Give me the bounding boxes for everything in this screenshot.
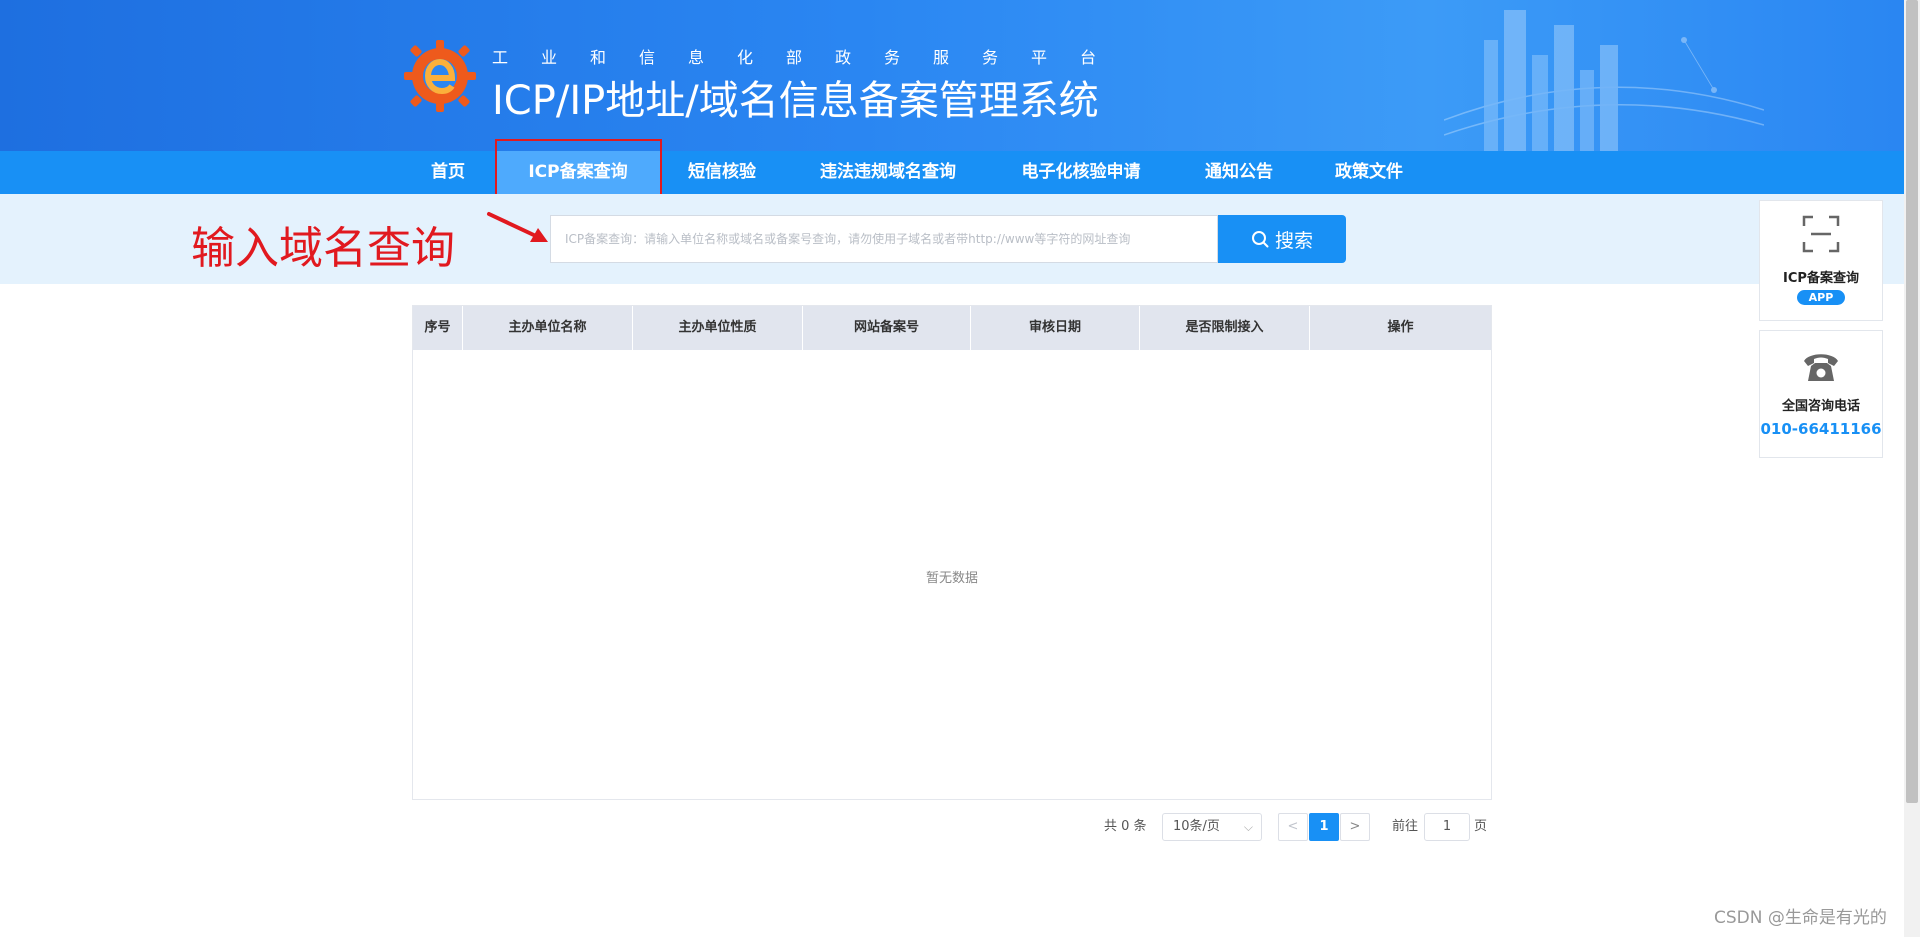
scrollbar-thumb[interactable] [1906, 0, 1918, 803]
table-empty-text: 暂无数据 [925, 571, 978, 586]
goto-unit-label: 页 [1474, 819, 1488, 834]
annotation-label: 输入域名查询 [191, 223, 455, 274]
goto-label: 前往 [1392, 819, 1419, 834]
nav-item-notices[interactable]: 通知公告 [1192, 151, 1286, 194]
search-button[interactable]: 搜索 [1218, 215, 1346, 263]
pagination-total: 共 0 条 [1104, 819, 1147, 834]
chevron-left-icon: < [1287, 819, 1299, 834]
nav-item-illegal-domain-query[interactable]: 违法违规域名查询 [808, 151, 968, 194]
telephone-icon [1804, 354, 1838, 381]
column-header-license-no: 网站备案号 [803, 306, 971, 350]
search-icon [1251, 231, 1269, 248]
chevron-right-icon: > [1349, 819, 1361, 834]
prev-page-button[interactable]: < [1278, 813, 1308, 841]
annotation-arrow-icon [487, 212, 548, 242]
column-header-review-date: 审核日期 [971, 306, 1140, 350]
hotline-title: 全国咨询电话 [1781, 399, 1860, 414]
hotline-number: 010-66411166 [1760, 420, 1882, 438]
main-nav: 首页 ICP备案查询 短信核验 违法违规域名查询 电子化核验申请 通知公告 政策… [0, 151, 1904, 194]
nav-item-sms-verify[interactable]: 短信核验 [672, 151, 772, 194]
nav-item-policies[interactable]: 政策文件 [1322, 151, 1416, 194]
goto-page-input[interactable]: 1 [1424, 813, 1470, 841]
page-size-value: 10条/页 [1173, 819, 1220, 834]
app-badge: APP [1796, 290, 1846, 305]
search-button-label: 搜索 [1274, 229, 1313, 252]
table-header: 序号 主办单位名称 主办单位性质 网站备案号 审核日期 是否限制接入 操作 [413, 306, 1491, 350]
results-table: 序号 主办单位名称 主办单位性质 网站备案号 审核日期 是否限制接入 操作 暂无… [412, 305, 1492, 800]
column-header-org-type: 主办单位性质 [633, 306, 803, 350]
search-input[interactable] [550, 215, 1218, 263]
header-slogan: 工业和信息化部政务服务平台 [492, 48, 1130, 67]
page-size-select[interactable]: 10条/页 ⌵ [1162, 813, 1262, 841]
city-skyline-decoration [1444, 10, 1764, 151]
hotline-card: 全国咨询电话 010-66411166 [1759, 330, 1883, 458]
app-download-card[interactable]: ICP备案查询 APP [1759, 200, 1883, 321]
page-number-button[interactable]: 1 [1309, 813, 1339, 841]
site-header: 工业和信息化部政务服务平台 ICP/IP地址/域名信息备案管理系统 [0, 0, 1904, 151]
nav-item-electronic-verify[interactable]: 电子化核验申请 [1010, 151, 1152, 194]
column-header-org-name: 主办单位名称 [463, 306, 633, 350]
nav-item-home[interactable]: 首页 [413, 151, 483, 194]
watermark: CSDN @生命是有光的 [1714, 908, 1887, 928]
nav-item-icp-query[interactable]: ICP备案查询 [496, 151, 660, 194]
app-card-title: ICP备案查询 [1783, 271, 1859, 286]
column-header-index: 序号 [413, 306, 463, 350]
next-page-button[interactable]: > [1340, 813, 1370, 841]
gear-e-logo-icon [404, 40, 476, 112]
chevron-down-icon: ⌵ [1243, 820, 1253, 834]
page-title: ICP/IP地址/域名信息备案管理系统 [492, 78, 1099, 124]
column-header-access-limited: 是否限制接入 [1140, 306, 1310, 350]
column-header-actions: 操作 [1387, 320, 1414, 335]
scan-qr-icon [1802, 215, 1840, 253]
